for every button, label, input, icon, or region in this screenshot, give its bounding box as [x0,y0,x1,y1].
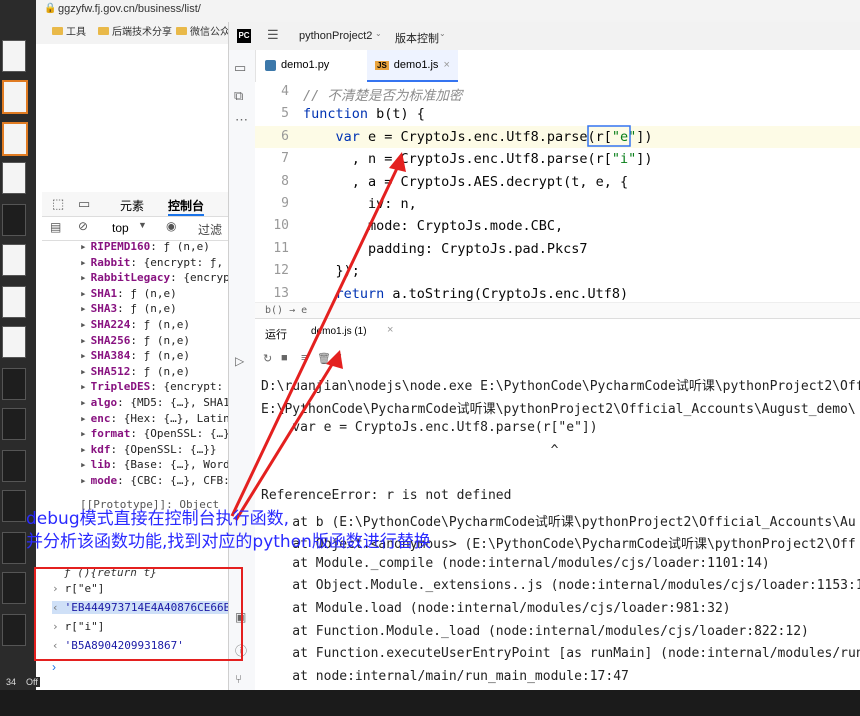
annotation-line: 并分析该函数功能,找到对应的python版函数进行替换 [26,532,431,552]
annotation-arrow-line [230,161,402,517]
annotation-arrowhead [326,350,343,369]
selection-highlight [587,125,631,147]
annotation-arrow-line [234,357,338,521]
annotation-line: debug模式直接在控制台执行函数, [26,509,290,529]
annotation-arrowhead [389,152,406,172]
annotation-text: debug模式直接在控制台执行函数, 并分析该函数功能,找到对应的python版… [26,508,431,554]
annotation-highlight-box [34,567,243,661]
